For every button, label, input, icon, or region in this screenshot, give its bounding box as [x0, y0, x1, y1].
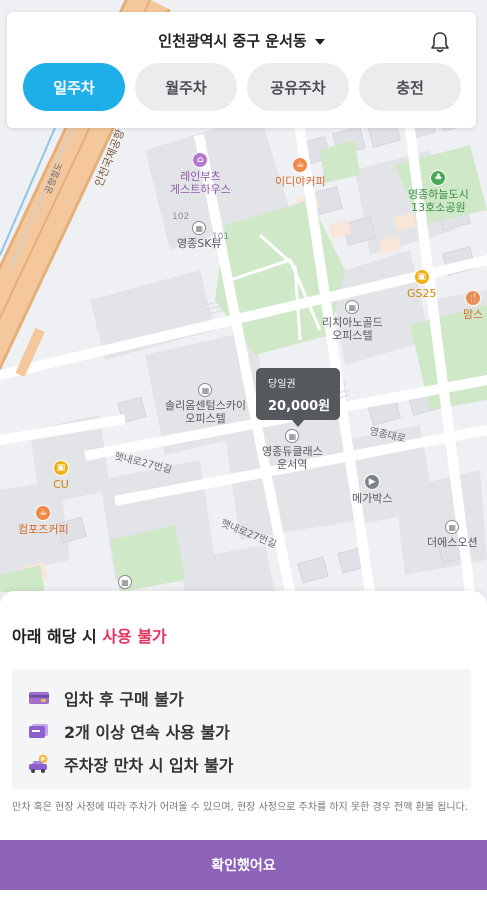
coffee-icon: ☕ [35, 505, 52, 521]
poi-label: 리치아노골드 오피스텔 [322, 316, 383, 342]
building-icon: ▦ [192, 221, 207, 235]
poi-cu-left[interactable]: ▣ CU [53, 460, 69, 491]
restriction-rules-box: 입차 후 구매 불가 2개 이상 연속 사용 불가 P 주차장 만차 시 입차 … [12, 669, 471, 789]
poi-label: CU [53, 478, 69, 491]
building-icon: ▦ [118, 575, 132, 589]
cinema-icon: ▶ [364, 474, 381, 490]
poi-richiano-gold[interactable]: ▦ 리치아노골드 오피스텔 [322, 300, 383, 342]
building-icon: ▦ [445, 520, 460, 534]
building-icon: ▦ [198, 383, 213, 397]
usage-restriction-sheet: 아래 해당 시 사용 불가 입차 후 구매 불가 2개 이상 연속 사용 불가 … [0, 591, 487, 908]
poi-dubleclass-unseo[interactable]: ▦ 영종듀클래스 운서역 [262, 429, 323, 471]
poi-label: 더에스오션 [427, 536, 478, 549]
tree-icon: ♣ [430, 170, 447, 186]
parking-price-marker[interactable]: 당일권 20,000원 [256, 368, 340, 427]
sheet-title-highlight: 사용 불가 [102, 627, 167, 646]
building-icon: ▦ [285, 429, 300, 443]
poi-idiya-coffee[interactable]: ☕ 이디야커피 [275, 157, 326, 188]
restaurant-icon: 🍴 [465, 290, 482, 306]
poi-label: 이디야커피 [275, 175, 326, 188]
price-marker-title: 당일권 [268, 379, 296, 390]
rule-text: 주차장 만차 시 입차 불가 [64, 755, 234, 775]
location-text: 인천광역시 중구 운서동 [158, 32, 307, 50]
confirm-button[interactable]: 확인했어요 [0, 840, 487, 890]
coffee-icon: ☕ [292, 157, 309, 173]
poi-yeongjong-park[interactable]: ♣ 영종하늘도시 13호소공원 [408, 170, 469, 214]
poi-megabox[interactable]: ▶ 메가박스 [352, 474, 392, 505]
price-marker-price: 20,000원 [268, 399, 331, 414]
poi-yeongjong-skview[interactable]: ▦ 영종SK뷰 [177, 221, 222, 250]
poi-compose-coffee[interactable]: ☕ 컴포즈커피 [18, 505, 69, 536]
tab-charging[interactable]: 충전 [359, 63, 461, 111]
tab-daily-parking[interactable]: 일주차 [23, 63, 125, 111]
poi-the-es-ocean[interactable]: ▦ 더에스오션 [427, 520, 478, 549]
poi-label: 메가박스 [352, 492, 393, 505]
poi-label: 영종SK뷰 [177, 237, 222, 250]
bell-icon[interactable] [430, 31, 450, 53]
caret-down-icon [314, 38, 325, 45]
tab-monthly-parking[interactable]: 월주차 [135, 63, 237, 111]
poi-soliom-centum[interactable]: ▦ 솔리옴센텀스카이 오피스텔 [165, 383, 246, 425]
rule-text: 입차 후 구매 불가 [64, 689, 184, 709]
poi-gs25[interactable]: ▣ GS25 [407, 269, 437, 300]
ticket-icon [28, 722, 50, 740]
poi-label: 솔리옴센텀스카이 오피스텔 [165, 399, 246, 425]
poi-partial-building[interactable]: ▦ [118, 575, 132, 591]
rule-item: P 주차장 만차 시 입차 불가 [28, 747, 471, 780]
top-filter-card: 인천광역시 중구 운서동 일주차 월주차 공유주차 충전 [7, 12, 476, 128]
poi-label: 영종듀클래스 운서역 [262, 445, 323, 471]
card-icon [28, 689, 50, 707]
poi-label: 레인부츠 게스트하우스 [170, 170, 231, 196]
guesthouse-icon: ⌂ [192, 152, 209, 168]
rule-text: 2개 이상 연속 사용 불가 [64, 722, 230, 742]
convenience-store-icon: ▣ [413, 269, 430, 285]
parking-type-tabs: 일주차 월주차 공유주차 충전 [23, 63, 461, 111]
rule-item: 입차 후 구매 불가 [28, 681, 471, 714]
poi-label: 맘스 [463, 308, 484, 321]
poi-label: 컴포즈커피 [18, 523, 69, 536]
sheet-title: 아래 해당 시 사용 불가 [12, 623, 167, 647]
full-parking-car-icon: P [28, 754, 50, 773]
poi-label: GS25 [407, 287, 437, 300]
poi-reinbooth-guesthouse[interactable]: ⌂ 레인부츠 게스트하우스 [170, 152, 231, 196]
location-selector[interactable]: 인천광역시 중구 운서동 [7, 30, 476, 51]
sheet-title-prefix: 아래 해당 시 [12, 627, 103, 646]
rule-item: 2개 이상 연속 사용 불가 [28, 714, 471, 747]
poi-label: 영종하늘도시 13호소공원 [408, 188, 469, 214]
poi-moms[interactable]: 🍴 맘스 [463, 290, 483, 321]
convenience-store-icon: ▣ [53, 460, 69, 476]
sheet-note: 만차 혹은 현장 사정에 따라 주차가 어려울 수 있으며, 현장 사정으로 주… [12, 802, 468, 813]
tab-shared-parking[interactable]: 공유주차 [247, 63, 349, 111]
building-icon: ▦ [345, 300, 360, 314]
